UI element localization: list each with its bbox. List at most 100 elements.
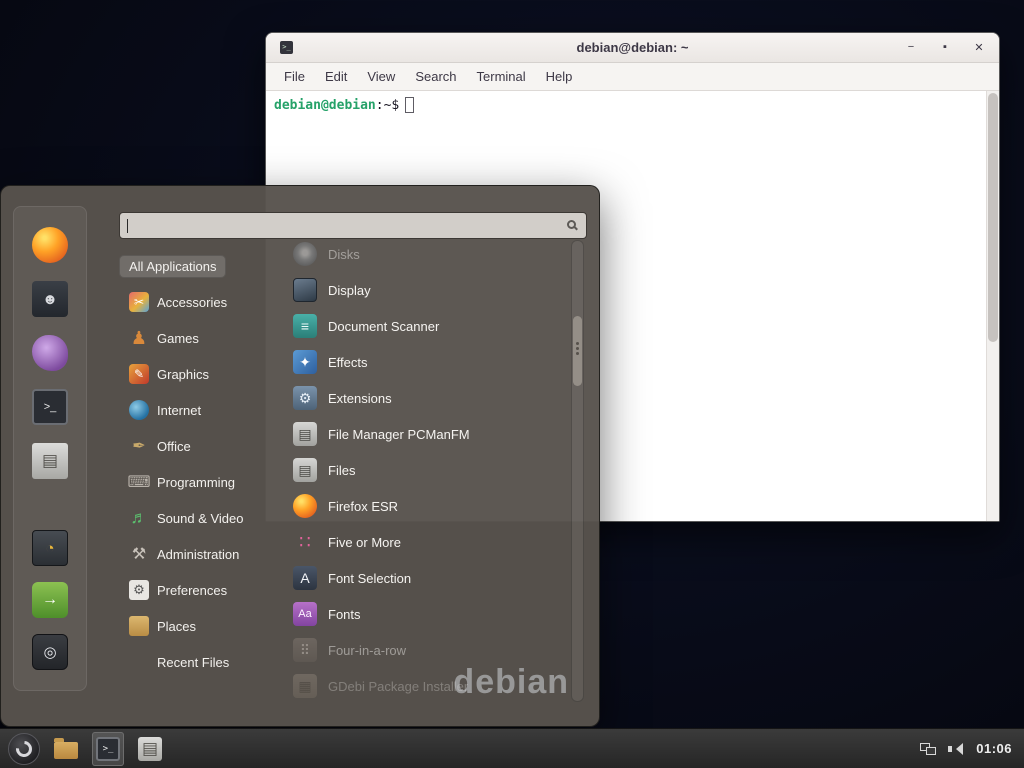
shutdown-icon[interactable]: ◎: [32, 634, 68, 670]
prompt-path: :~$: [376, 98, 399, 113]
clock[interactable]: 01:06: [976, 741, 1012, 756]
app-label: Firefox ESR: [328, 499, 398, 514]
menu-terminal[interactable]: Terminal: [467, 66, 536, 87]
search-input[interactable]: [130, 213, 550, 238]
graphics-icon: ✎: [129, 364, 149, 384]
taskbar: >_ ▤ 01:06: [0, 728, 1024, 768]
disks-icon: [293, 242, 317, 266]
preferences-icon: ⚙: [129, 580, 149, 600]
four-in-a-row-icon: ⠿: [293, 638, 317, 662]
app-item-document-scanner[interactable]: ≡ Document Scanner: [281, 308, 566, 344]
five-or-more-icon: ∷: [293, 530, 317, 554]
users-app-icon[interactable]: ☻: [32, 281, 68, 317]
category-label: Places: [157, 619, 196, 634]
category-internet[interactable]: Internet: [119, 396, 211, 424]
display-icon: [293, 278, 317, 302]
sound-video-icon: ♬: [129, 508, 149, 528]
app-item-effects[interactable]: ✦ Effects: [281, 344, 566, 380]
menu-file[interactable]: File: [274, 66, 315, 87]
app-item-fonts[interactable]: Aa Fonts: [281, 596, 566, 632]
extensions-icon: ⚙: [293, 386, 317, 410]
pidgin-icon[interactable]: [32, 335, 68, 371]
app-label: Document Scanner: [328, 319, 439, 334]
category-accessories[interactable]: ✂ Accessories: [119, 288, 237, 316]
app-item-files[interactable]: ▤ Files: [281, 452, 566, 488]
logout-icon[interactable]: →: [32, 582, 68, 618]
desktop: >_ debian@debian: ~ − ▪ ✕ File Edit View…: [0, 0, 1024, 768]
places-folder-icon: [129, 616, 149, 636]
category-list: All Applications ✂ Accessories ♟ Games ✎…: [119, 248, 277, 680]
app-label: Effects: [328, 355, 368, 370]
category-administration[interactable]: ⚒ Administration: [119, 540, 249, 568]
firefox-icon[interactable]: [32, 227, 68, 263]
app-item-firefox-esr[interactable]: Firefox ESR: [281, 488, 566, 524]
category-all-applications[interactable]: All Applications: [119, 255, 226, 278]
category-games[interactable]: ♟ Games: [119, 324, 209, 352]
menu-help[interactable]: Help: [536, 66, 583, 87]
start-menu: ☻ >_ ▤ ◔ → ◎ All Applications ✂ Accessor…: [0, 185, 600, 727]
gdebi-icon: ▦: [293, 674, 317, 698]
app-item-extensions[interactable]: ⚙ Extensions: [281, 380, 566, 416]
file-cabinet-icon: ▤: [138, 737, 162, 761]
category-programming[interactable]: ⌨ Programming: [119, 468, 245, 496]
terminal-titlebar[interactable]: >_ debian@debian: ~ − ▪ ✕: [266, 33, 999, 63]
category-places[interactable]: Places: [119, 612, 206, 640]
app-label: Disks: [328, 247, 360, 262]
category-label: Office: [157, 439, 191, 454]
network-icon[interactable]: [920, 742, 936, 756]
app-label: File Manager PCManFM: [328, 427, 470, 442]
app-label: Files: [328, 463, 355, 478]
category-label: Programming: [157, 475, 235, 490]
app-item-five-or-more[interactable]: ∷ Five or More: [281, 524, 566, 560]
terminal-cursor: [405, 97, 414, 113]
maximize-button[interactable]: ▪: [937, 41, 953, 54]
terminal-scrollbar-thumb[interactable]: [988, 93, 998, 342]
files-launcher[interactable]: ▤: [134, 732, 166, 766]
category-graphics[interactable]: ✎ Graphics: [119, 360, 219, 388]
category-sound-video[interactable]: ♬ Sound & Video: [119, 504, 254, 532]
category-office[interactable]: ✒ Office: [119, 432, 201, 460]
file-manager-launcher[interactable]: [50, 732, 82, 766]
terminal-menubar: File Edit View Search Terminal Help: [266, 63, 999, 91]
app-item-gdebi[interactable]: ▦ GDebi Package Installer: [281, 668, 566, 704]
favorites-panel: ☻ >_ ▤ ◔ → ◎: [13, 206, 87, 691]
menu-edit[interactable]: Edit: [315, 66, 357, 87]
category-label: Preferences: [157, 583, 227, 598]
close-button[interactable]: ✕: [971, 41, 987, 54]
firefox-esr-icon: [293, 494, 317, 518]
app-item-four-in-a-row[interactable]: ⠿ Four-in-a-row: [281, 632, 566, 668]
app-label: Font Selection: [328, 571, 411, 586]
menu-view[interactable]: View: [357, 66, 405, 87]
app-item-font-selection[interactable]: A Font Selection: [281, 560, 566, 596]
terminal-launcher[interactable]: >_: [92, 732, 124, 766]
menu-button[interactable]: [8, 733, 40, 765]
terminal-scrollbar[interactable]: [986, 91, 999, 521]
terminal-icon[interactable]: >_: [32, 389, 68, 425]
category-label: Internet: [157, 403, 201, 418]
category-preferences[interactable]: ⚙ Preferences: [119, 576, 237, 604]
lock-screen-icon[interactable]: ◔: [32, 530, 68, 566]
terminal-mini-icon: >_: [280, 41, 293, 54]
effects-icon: ✦: [293, 350, 317, 374]
minimize-button[interactable]: −: [903, 41, 919, 54]
menu-search[interactable]: Search: [405, 66, 466, 87]
file-cabinet-icon[interactable]: ▤: [32, 443, 68, 479]
files-icon: ▤: [293, 458, 317, 482]
prompt-user: debian@debian: [274, 98, 376, 113]
fonts-icon: Aa: [293, 602, 317, 626]
app-item-pcmanfm[interactable]: ▤ File Manager PCManFM: [281, 416, 566, 452]
app-item-disks[interactable]: Disks: [281, 236, 566, 272]
app-label: GDebi Package Installer: [328, 679, 468, 694]
document-scanner-icon: ≡: [293, 314, 317, 338]
folder-icon: [54, 742, 78, 759]
internet-icon: [129, 400, 149, 420]
app-item-display[interactable]: Display: [281, 272, 566, 308]
app-label: Display: [328, 283, 371, 298]
app-list-scrollbar-thumb[interactable]: [573, 316, 582, 386]
window-title: debian@debian: ~: [266, 40, 999, 55]
app-label: Four-in-a-row: [328, 643, 406, 658]
category-recent-files[interactable]: Recent Files: [119, 648, 239, 676]
recent-files-icon: [129, 652, 149, 672]
app-list-scrollbar[interactable]: [571, 240, 584, 702]
volume-icon[interactable]: [948, 742, 964, 756]
